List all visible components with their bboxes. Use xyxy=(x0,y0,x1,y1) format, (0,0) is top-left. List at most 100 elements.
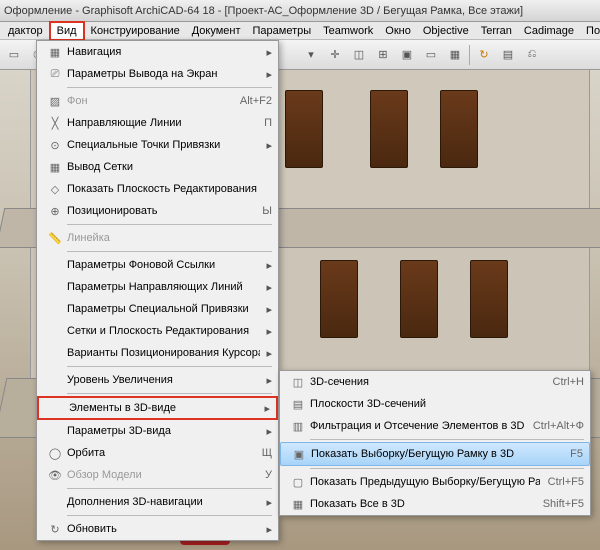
toolbar-icon[interactable]: ✛ xyxy=(325,45,345,65)
separator xyxy=(67,87,272,88)
shortcut: Ctrl+Н xyxy=(545,376,584,388)
refresh-icon: ↻ xyxy=(43,523,67,536)
view-menu-item[interactable]: Сетки и Плоскость Редактирования▸ xyxy=(37,320,278,342)
plane-icon: ◇ xyxy=(43,183,67,196)
title-bar: Оформление - Graphisoft ArchiCAD-64 18 -… xyxy=(0,0,600,22)
view-menu-item[interactable]: Варианты Позиционирования Курсора▸ xyxy=(37,342,278,364)
toolbar-icon[interactable]: ⎌ xyxy=(522,45,542,65)
pos-icon: ⊕ xyxy=(43,205,67,218)
elements-3d-item[interactable]: ▣Показать Выборку/Бегущую Рамку в 3DF5 xyxy=(280,442,590,466)
menu-item-label: Направляющие Линии xyxy=(67,117,256,129)
shortcut: Ctrl+Alt+Ф xyxy=(525,420,584,432)
view-menu-item[interactable]: Параметры Направляющих Линий▸ xyxy=(37,276,278,298)
guides-icon: ╳ xyxy=(43,117,67,130)
toolbar-icon[interactable]: ▣ xyxy=(397,45,417,65)
menu-cadimage[interactable]: Cadimage xyxy=(518,23,580,39)
elements-3d-item[interactable]: ▥Фильтрация и Отсечение Элементов в 3D..… xyxy=(280,415,590,437)
bg-icon: ▨ xyxy=(43,95,67,108)
shortcut: Shift+F5 xyxy=(535,498,584,510)
menu-item-label: Параметры Вывода на Экран xyxy=(67,68,260,80)
menu-помощь[interactable]: Помощь xyxy=(580,23,600,39)
shortcut: У xyxy=(257,469,272,481)
menu-item-label: Элементы в 3D-виде xyxy=(69,402,258,414)
elements-3d-item[interactable]: ▢Показать Предыдущую Выборку/Бегущую Рам… xyxy=(280,471,590,493)
sect-icon: ◫ xyxy=(286,376,310,389)
menu-item-label: Параметры Направляющих Линий xyxy=(67,281,260,293)
toolbar-dropdown-icon[interactable]: ▾ xyxy=(301,45,321,65)
submenu-arrow-icon: ▸ xyxy=(258,402,270,415)
view-menu-item: 👁Обзор МоделиУ xyxy=(37,464,278,486)
view-menu-item[interactable]: Параметры Фоновой Ссылки▸ xyxy=(37,254,278,276)
view-menu-item[interactable]: ⊕ПозиционироватьЫ xyxy=(37,200,278,222)
view-menu-item[interactable]: Элементы в 3D-виде▸ xyxy=(37,396,278,420)
menu-документ[interactable]: Документ xyxy=(186,23,247,39)
elements-3d-item[interactable]: ▤Плоскости 3D-сечений xyxy=(280,393,590,415)
menu-конструирование[interactable]: Конструирование xyxy=(85,23,186,39)
view-menu-item[interactable]: ╳Направляющие ЛинииП xyxy=(37,112,278,134)
separator xyxy=(67,366,272,367)
orbit-icon: ◯ xyxy=(43,447,67,460)
shortcut: П xyxy=(256,117,272,129)
submenu-arrow-icon: ▸ xyxy=(260,496,272,509)
separator xyxy=(67,224,272,225)
separator xyxy=(67,251,272,252)
menu-item-label: Специальные Точки Привязки xyxy=(67,139,260,151)
view-menu-item[interactable]: ◯ОрбитаЩ xyxy=(37,442,278,464)
toolbar-icon[interactable]: ↻ xyxy=(474,45,494,65)
menu-дактор[interactable]: дактор xyxy=(2,23,49,39)
elements-3d-submenu: ◫3D-сеченияCtrl+Н▤Плоскости 3D-сечений▥Ф… xyxy=(279,370,591,516)
view-menu-item[interactable]: ▦Вывод Сетки xyxy=(37,156,278,178)
menu-item-label: Дополнения 3D-навигации xyxy=(67,496,260,508)
filter-icon: ▥ xyxy=(286,420,310,433)
explore-icon: 👁 xyxy=(43,469,67,482)
menu-item-label: Показать Выборку/Бегущую Рамку в 3D xyxy=(311,448,562,460)
menu-параметры[interactable]: Параметры xyxy=(247,23,318,39)
menu-objective[interactable]: Objective xyxy=(417,23,475,39)
elements-3d-item[interactable]: ▦Показать Все в 3DShift+F5 xyxy=(280,493,590,515)
menu-вид[interactable]: Вид xyxy=(49,21,85,41)
toolbar-icon[interactable]: ▤ xyxy=(498,45,518,65)
menu-item-label: Показать Плоскость Редактирования xyxy=(67,183,272,195)
menu-item-label: Обновить xyxy=(67,523,260,535)
screen-icon: ⎚ xyxy=(43,68,67,81)
menu-item-label: Плоскости 3D-сечений xyxy=(310,398,584,410)
toolbar-icon[interactable]: ⊞ xyxy=(373,45,393,65)
view-menu-item[interactable]: ⊙Специальные Точки Привязки▸ xyxy=(37,134,278,156)
menu-terran[interactable]: Terran xyxy=(475,23,518,39)
separator xyxy=(67,515,272,516)
shortcut: Alt+F2 xyxy=(232,95,272,107)
view-menu-item[interactable]: Параметры Специальной Привязки▸ xyxy=(37,298,278,320)
menu-item-label: Сетки и Плоскость Редактирования xyxy=(67,325,260,337)
menu-item-label: Орбита xyxy=(67,447,254,459)
toolbar-icon[interactable]: ▦ xyxy=(445,45,465,65)
submenu-arrow-icon: ▸ xyxy=(260,303,272,316)
view-menu-item[interactable]: ▦Навигация▸ xyxy=(37,41,278,63)
view-menu-item[interactable]: ↻Обновить▸ xyxy=(37,518,278,540)
shortcut: Ctrl+F5 xyxy=(540,476,584,488)
view-menu-item[interactable]: Параметры 3D-вида▸ xyxy=(37,420,278,442)
view-menu-item[interactable]: ⎚Параметры Вывода на Экран▸ xyxy=(37,63,278,85)
all-icon: ▦ xyxy=(286,498,310,511)
menu-item-label: Позиционировать xyxy=(67,205,254,217)
view-menu-item[interactable]: Уровень Увеличения▸ xyxy=(37,369,278,391)
submenu-arrow-icon: ▸ xyxy=(260,374,272,387)
snap-icon: ⊙ xyxy=(43,139,67,152)
view-menu-item: ▨ФонAlt+F2 xyxy=(37,90,278,112)
toolbar-icon[interactable]: ▭ xyxy=(4,45,24,65)
menu-item-label: Варианты Позиционирования Курсора xyxy=(67,347,260,359)
toolbar-icon[interactable]: ◫ xyxy=(349,45,369,65)
menu-teamwork[interactable]: Teamwork xyxy=(317,23,379,39)
separator xyxy=(67,393,272,394)
elements-3d-item[interactable]: ◫3D-сеченияCtrl+Н xyxy=(280,371,590,393)
show-icon: ▣ xyxy=(287,448,311,461)
menu-item-label: Параметры Фоновой Ссылки xyxy=(67,259,260,271)
menu-окно[interactable]: Окно xyxy=(379,23,417,39)
submenu-arrow-icon: ▸ xyxy=(260,281,272,294)
submenu-arrow-icon: ▸ xyxy=(260,425,272,438)
menu-item-label: Показать Все в 3D xyxy=(310,498,535,510)
view-menu-item[interactable]: ◇Показать Плоскость Редактирования xyxy=(37,178,278,200)
toolbar-icon[interactable]: ▭ xyxy=(421,45,441,65)
menu-item-label: Параметры 3D-вида xyxy=(67,425,260,437)
separator xyxy=(67,488,272,489)
view-menu-item[interactable]: Дополнения 3D-навигации▸ xyxy=(37,491,278,513)
